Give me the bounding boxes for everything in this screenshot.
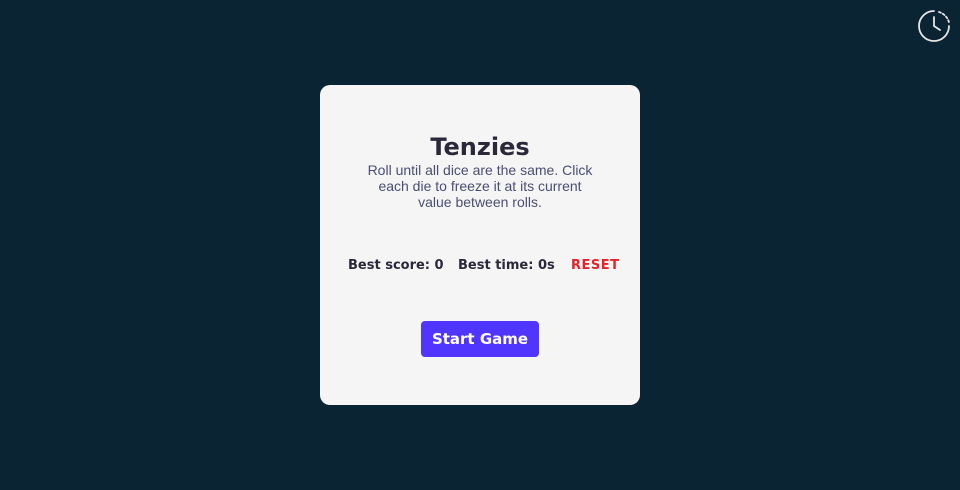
stats-row: Best score: 0 Best time: 0s RESET bbox=[320, 256, 640, 276]
history-button[interactable] bbox=[917, 9, 951, 43]
best-time: Best time: 0s bbox=[458, 258, 555, 273]
page-title: Tenzies bbox=[430, 133, 530, 161]
clock-history-icon bbox=[918, 10, 950, 42]
best-score: Best score: 0 bbox=[348, 258, 444, 273]
reset-button[interactable]: RESET bbox=[571, 256, 620, 276]
game-card: Tenzies Roll until all dice are the same… bbox=[320, 85, 640, 405]
start-game-button[interactable]: Start Game bbox=[421, 321, 539, 357]
instructions-text: Roll until all dice are the same. Click … bbox=[367, 162, 593, 210]
